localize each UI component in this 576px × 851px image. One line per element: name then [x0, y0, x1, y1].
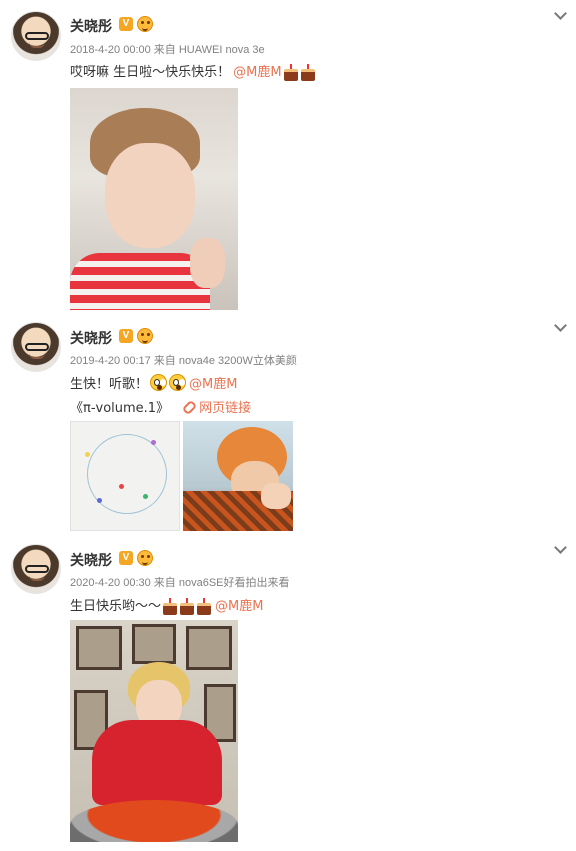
web-link[interactable]: 网页链接: [199, 397, 251, 416]
cake-icon: [300, 63, 316, 81]
verified-badge: V: [119, 551, 133, 565]
post-body: 生快！听歌！: [70, 377, 149, 392]
song-link-line: 《π-volume.1》 网页链接: [70, 397, 251, 416]
post-body: 哎呀嘛 生日啦～快乐快乐！: [70, 65, 231, 80]
verified-badge: V: [119, 17, 133, 31]
avatar[interactable]: [11, 544, 61, 594]
author-name[interactable]: 关晓彤: [70, 550, 112, 570]
cake-icon: [179, 597, 195, 615]
link-icon: [183, 401, 195, 413]
post-meta[interactable]: 2020-4-20 00:30 来自 nova6SE好看拍出来看: [70, 574, 290, 590]
cake-icon: [162, 597, 178, 615]
post-photo[interactable]: [70, 88, 238, 310]
post-meta[interactable]: 2018-4-20 00:00 来自 HUAWEI nova 3e: [70, 41, 265, 57]
song-title: 《π-volume.1》: [70, 401, 170, 416]
author-name[interactable]: 关晓彤: [70, 328, 112, 348]
album-cover-photo[interactable]: [70, 421, 180, 531]
verified-badge: V: [119, 329, 133, 343]
post-text: 生日快乐哟～～ @M鹿M: [70, 595, 263, 615]
scared-face-icon: [169, 374, 187, 391]
member-emoji-icon: [137, 16, 153, 32]
mention-link[interactable]: @M鹿M: [189, 373, 237, 392]
member-emoji-icon: [137, 550, 153, 566]
post-text: 哎呀嘛 生日啦～快乐快乐！ @M鹿M: [70, 61, 316, 81]
mention-link[interactable]: @M鹿M: [215, 595, 263, 614]
scared-face-icon: [150, 374, 168, 391]
avatar[interactable]: [11, 322, 61, 372]
author-name[interactable]: 关晓彤: [70, 16, 112, 36]
chevron-down-icon[interactable]: [554, 12, 568, 22]
member-emoji-icon: [137, 328, 153, 344]
mention-link[interactable]: @M鹿M: [233, 61, 281, 80]
cake-icon: [196, 597, 212, 615]
post-meta[interactable]: 2019-4-20 00:17 来自 nova4e 3200W立体美颜: [70, 352, 297, 368]
post-photo[interactable]: [183, 421, 293, 531]
avatar[interactable]: [11, 11, 61, 61]
post-photo[interactable]: [70, 620, 238, 842]
post-text: 生快！听歌！ @M鹿M: [70, 373, 237, 392]
post-body: 生日快乐哟～～: [70, 599, 162, 614]
chevron-down-icon[interactable]: [554, 546, 568, 556]
cake-icon: [283, 63, 299, 81]
chevron-down-icon[interactable]: [554, 324, 568, 334]
